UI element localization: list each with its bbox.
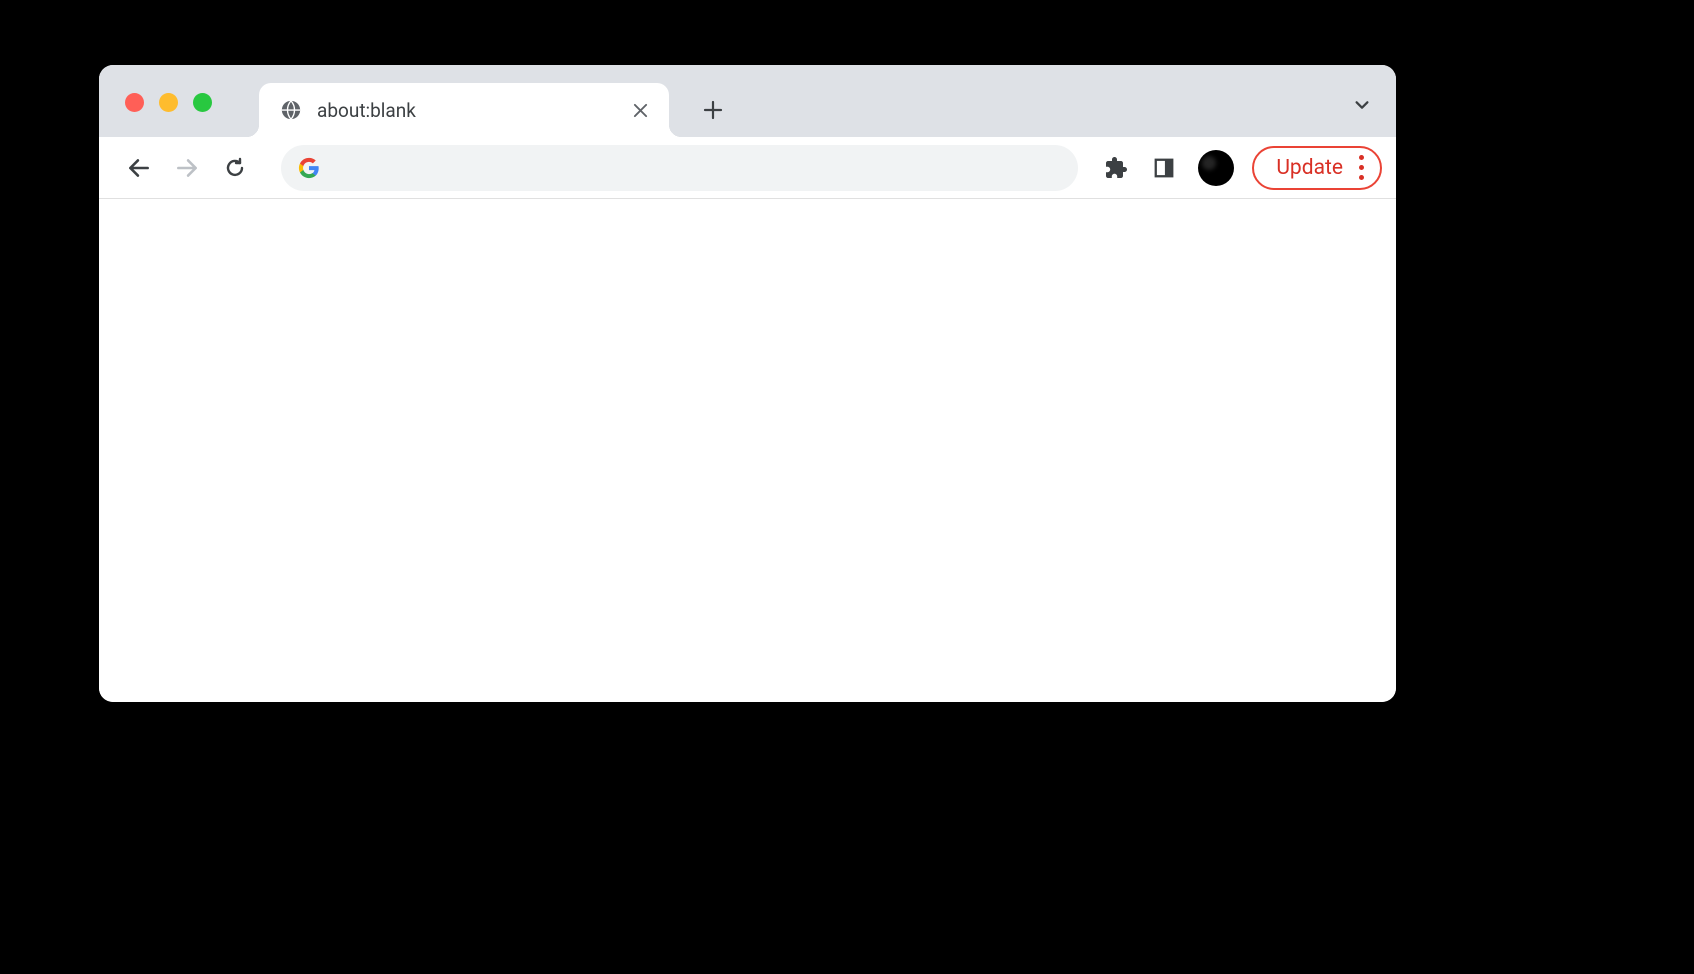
browser-window: about:blank [99,65,1396,702]
reload-button[interactable] [215,148,255,188]
close-icon [633,103,648,118]
toolbar: Update [99,137,1396,199]
window-close-button[interactable] [125,93,144,112]
profile-avatar[interactable] [1198,150,1234,186]
globe-icon [279,98,303,122]
chevron-down-icon [1353,96,1371,114]
google-g-icon [297,156,321,180]
address-bar[interactable] [281,145,1078,191]
back-button[interactable] [119,148,159,188]
close-tab-button[interactable] [629,99,651,121]
new-tab-button[interactable] [693,90,733,130]
update-label: Update [1276,156,1343,180]
tab-title: about:blank [317,99,615,122]
update-button[interactable]: Update [1252,146,1382,190]
tab-strip: about:blank [99,65,1396,137]
extensions-button[interactable] [1096,148,1136,188]
tabs-dropdown-button[interactable] [1350,93,1374,117]
more-icon [1359,155,1364,180]
reload-icon [223,156,247,180]
arrow-left-icon [126,155,152,181]
side-panel-button[interactable] [1144,148,1184,188]
forward-button[interactable] [167,148,207,188]
window-minimize-button[interactable] [159,93,178,112]
arrow-right-icon [174,155,200,181]
side-panel-icon [1153,157,1175,179]
browser-tab[interactable]: about:blank [259,83,669,137]
plus-icon [703,100,723,120]
window-controls [125,93,212,112]
window-maximize-button[interactable] [193,93,212,112]
puzzle-piece-icon [1104,156,1128,180]
page-content [99,199,1396,702]
address-input[interactable] [333,157,1062,178]
